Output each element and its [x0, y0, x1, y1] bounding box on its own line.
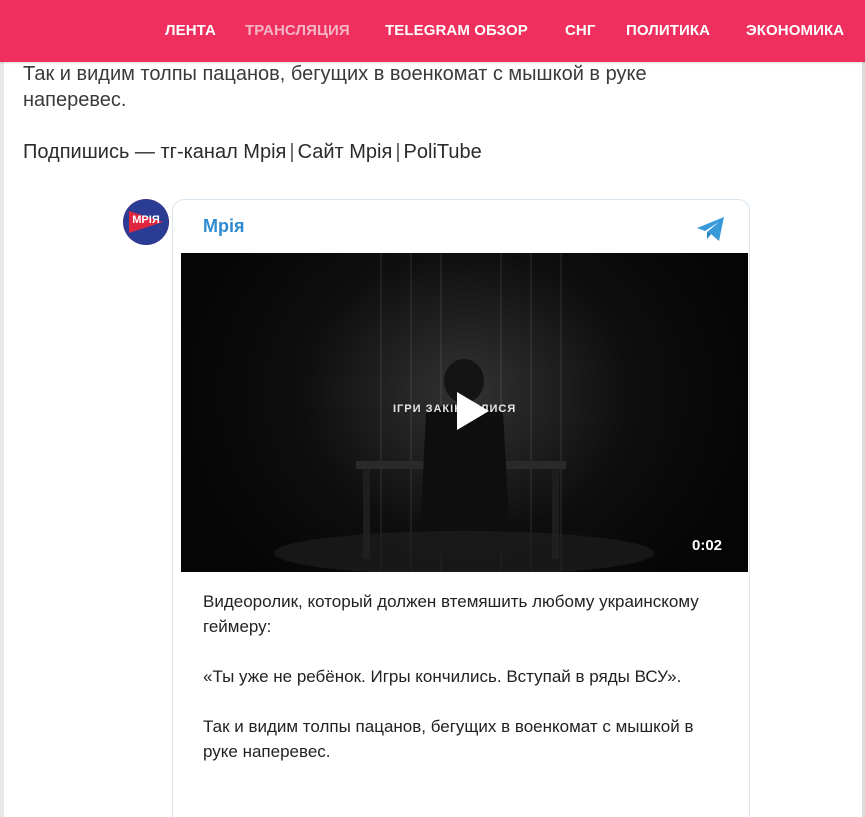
- video-player[interactable]: ІГРИ ЗАКІНЧИЛИСЯ 0:02: [181, 253, 748, 572]
- channel-avatar[interactable]: МРІЯ: [123, 199, 169, 245]
- avatar-text: МРІЯ: [132, 214, 160, 226]
- link-separator: |: [289, 141, 295, 163]
- play-icon[interactable]: [445, 386, 495, 436]
- caption-paragraph-2: «Ты уже не ребёнок. Игры кончились. Всту…: [203, 667, 682, 686]
- page: ЛЕНТА ТРАНСЛЯЦИЯ TELEGRAM ОБЗОР СНГ ПОЛИ…: [0, 0, 865, 817]
- nav-item-ekonomika[interactable]: ЭКОНОМИКА: [746, 22, 844, 39]
- nav-item-sng[interactable]: СНГ: [565, 22, 595, 39]
- video-duration: 0:02: [692, 537, 723, 554]
- article-paragraph-line-1: Так и видим толпы пацанов, бегущих в вое…: [23, 63, 647, 85]
- link-tg-channel-mriya[interactable]: тг-канал Мрія: [160, 141, 286, 163]
- telegram-post-card: Мрія ІГРИ ЗАКІНЧИЛИСЯ 0:02 Видеоролик, к…: [172, 199, 750, 817]
- subscribe-prefix: Подпишись —: [23, 141, 161, 163]
- link-site-mriya[interactable]: Сайт Мрія: [298, 141, 393, 163]
- nav-item-lenta[interactable]: ЛЕНТА: [165, 22, 216, 39]
- top-navigation-bar: ЛЕНТА ТРАНСЛЯЦИЯ TELEGRAM ОБЗОР СНГ ПОЛИ…: [0, 0, 865, 62]
- nav-item-telegram-obzor[interactable]: TELEGRAM ОБЗОР: [385, 22, 528, 39]
- nav-item-politika[interactable]: ПОЛИТИКА: [626, 22, 710, 39]
- caption-paragraph-3: Так и видим толпы пацанов, бегущих в вое…: [203, 717, 694, 761]
- link-separator: |: [395, 141, 401, 163]
- nav-item-translyatsiya[interactable]: ТРАНСЛЯЦИЯ: [245, 22, 350, 39]
- post-caption: Видеоролик, который должен втемяшить люб…: [203, 589, 723, 789]
- left-edge-divider: [0, 0, 4, 817]
- link-politube[interactable]: PoliTube: [404, 141, 482, 163]
- subscribe-line: Подпишись — тг-канал Мрія | Сайт Мрія | Poli…: [23, 141, 482, 164]
- article-paragraph-line-2: наперевес.: [23, 89, 127, 111]
- telegram-logo-icon[interactable]: [694, 212, 728, 246]
- caption-paragraph-1: Видеоролик, который должен втемяшить люб…: [203, 592, 699, 636]
- channel-name[interactable]: Мрія: [203, 216, 245, 237]
